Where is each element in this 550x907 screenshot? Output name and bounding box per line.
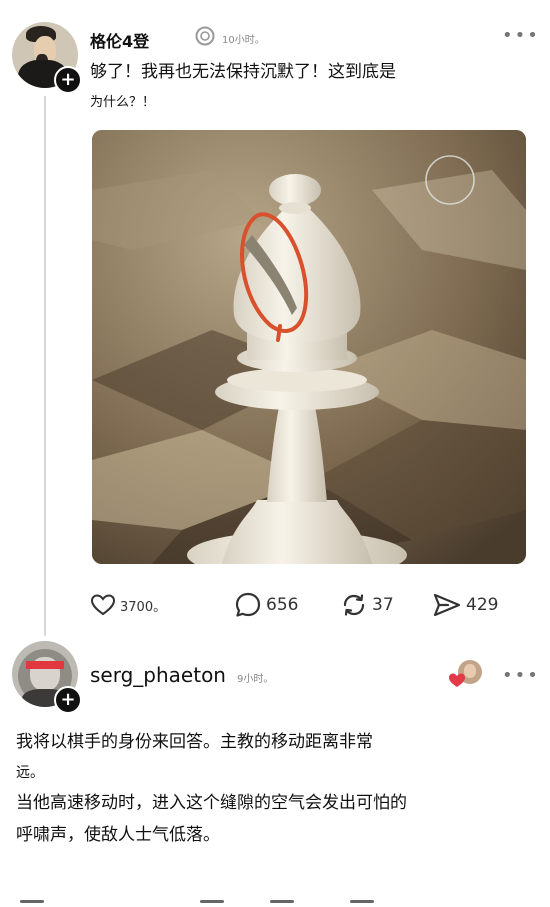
screen: { "post": { "author": "格伦4登", "time": "1… [0,0,550,907]
liked-by-author-badge [448,660,484,690]
reply-author-name[interactable]: serg_phaeton [90,663,226,687]
reply-action-row-cropped [0,900,550,907]
chess-bishop-illustration [92,130,526,564]
comment-count: 656 [266,595,299,615]
loading-circle-icon [194,25,216,51]
share-count: 429 [466,595,499,615]
share-stat[interactable]: 429 [432,591,498,619]
more-horizontal-icon[interactable]: ••• [502,27,540,45]
send-icon [433,593,461,617]
post-text-line1: 够了！我再也无法保持沉默了！这到底是 [90,62,396,82]
post-text-line2: 为什么？！ [90,95,156,110]
reply-text-line1: 我将以棋手的身份来回答。主教的移动距离非常 [16,732,373,752]
repost-count: 37 [372,595,394,615]
reply-more-horizontal-icon[interactable]: ••• [502,667,540,685]
repost-stat[interactable]: 37 [340,591,394,619]
comment-stat[interactable]: 656 [234,591,298,619]
reply-text-line2: 远。 [16,765,44,781]
reply-time: 9小时。 [237,674,274,685]
heart-icon [90,594,116,616]
reply-text-line4: 呼啸声，使敌人士气低落。 [16,825,220,845]
like-stat[interactable]: 3700。 [90,593,166,617]
post-image-bishop[interactable] [92,130,526,564]
follow-plus-icon[interactable]: + [54,66,82,94]
reply-text-line3: 当他高速移动时，进入这个缝隙的空气会发出可怕的 [16,793,407,813]
thread-line [44,96,46,636]
repost-icon [343,594,365,616]
heart-icon [449,673,465,687]
speech-bubble-icon [235,592,261,617]
post-time: 10小时。 [222,35,265,46]
reply-follow-plus-icon[interactable]: + [54,686,82,714]
like-count: 3700。 [120,599,167,615]
post-author-name[interactable]: 格伦4登 [90,28,149,52]
